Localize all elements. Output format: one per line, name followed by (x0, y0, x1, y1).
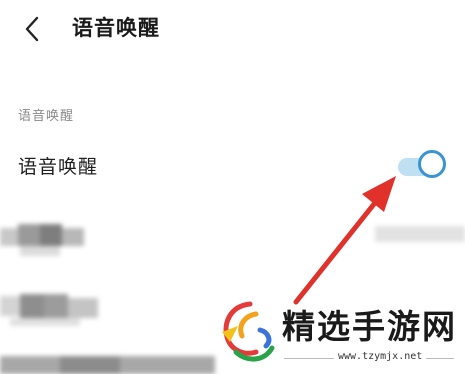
watermark-name: 精选手游网 (282, 307, 457, 346)
watermark-logo (222, 301, 275, 362)
watermark: 精选手游网 www.tzymjx.net (216, 296, 461, 372)
watermark-url: www.tzymjx.net (334, 351, 427, 362)
